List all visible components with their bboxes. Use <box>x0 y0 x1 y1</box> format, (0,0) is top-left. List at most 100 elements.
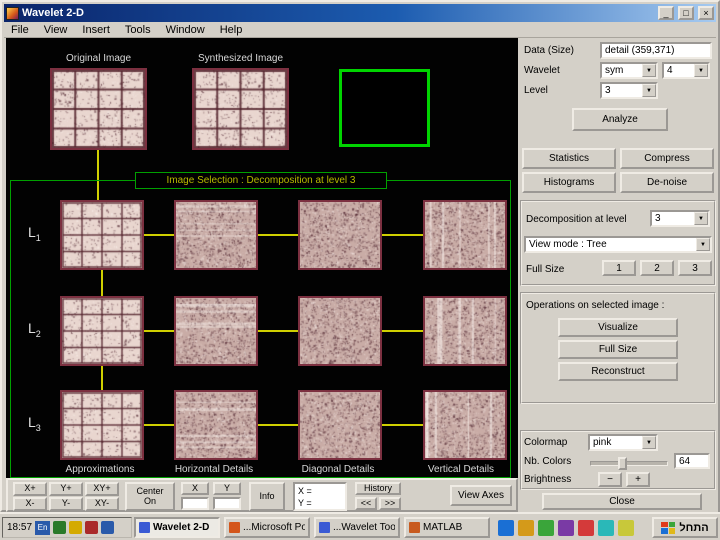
center-x-input[interactable] <box>181 497 209 510</box>
chevron-down-icon[interactable]: ▼ <box>696 238 710 251</box>
taskbar-task-wavelet-2d[interactable]: Wavelet 2-D <box>134 517 220 538</box>
quicklaunch-icon-2[interactable] <box>518 520 534 536</box>
quicklaunch-icon-7[interactable] <box>618 520 634 536</box>
full-size-option-1[interactable]: 1 <box>602 260 636 276</box>
quicklaunch-icon-5[interactable] <box>578 520 594 536</box>
title-bar[interactable]: Wavelet 2-D _ □ × <box>4 4 716 22</box>
quicklaunch-icon-6[interactable] <box>598 520 614 536</box>
info-button[interactable]: Info <box>249 482 285 511</box>
l3-horizontal-detail-canvas[interactable] <box>176 392 256 458</box>
thumb-l1-vertical-detail[interactable] <box>423 200 507 270</box>
zoom-x-minus-button[interactable]: X- <box>13 497 47 511</box>
close-button[interactable]: Close <box>542 493 702 510</box>
wavelet-order-select[interactable]: 4 ▼ <box>662 62 710 79</box>
brightness-increase-button[interactable]: + <box>626 472 650 487</box>
quicklaunch-icon-1[interactable] <box>498 520 514 536</box>
reconstruct-button[interactable]: Reconstruct <box>558 362 678 381</box>
thumb-l1-approximation[interactable] <box>60 200 144 270</box>
close-icon[interactable]: × <box>698 6 714 20</box>
history-forward-button[interactable]: >> <box>379 497 401 510</box>
thumb-synthesized-image[interactable] <box>192 68 289 150</box>
l2-vertical-detail-canvas[interactable] <box>425 298 505 364</box>
original-image-canvas[interactable] <box>52 70 145 148</box>
full-size-option-2[interactable]: 2 <box>640 260 674 276</box>
full-size-option-3[interactable]: 3 <box>678 260 712 276</box>
l3-vertical-detail-canvas[interactable] <box>425 392 505 458</box>
l3-diagonal-detail-canvas[interactable] <box>300 392 380 458</box>
zoom-x-plus-button[interactable]: X+ <box>13 482 47 496</box>
zoom-y-minus-button[interactable]: Y- <box>49 497 83 511</box>
thumb-l2-horizontal-detail[interactable] <box>174 296 258 366</box>
thumb-l1-diagonal-detail[interactable] <box>298 200 382 270</box>
menu-help[interactable]: Help <box>220 24 243 36</box>
thumb-l3-approximation[interactable] <box>60 390 144 460</box>
chevron-down-icon[interactable]: ▼ <box>642 64 656 77</box>
visualize-button[interactable]: Visualize <box>558 318 678 337</box>
thumb-original-image[interactable] <box>50 68 147 150</box>
thumb-l2-diagonal-detail[interactable] <box>298 296 382 366</box>
history-back-button[interactable]: << <box>355 497 377 510</box>
thumb-l2-approximation[interactable] <box>60 296 144 366</box>
l1-diagonal-detail-canvas[interactable] <box>300 202 380 268</box>
task-label: MATLAB <box>423 522 463 533</box>
menu-insert[interactable]: Insert <box>82 24 110 36</box>
thumb-l3-vertical-detail[interactable] <box>423 390 507 460</box>
chevron-down-icon[interactable]: ▼ <box>694 212 708 225</box>
l2-approximation-canvas[interactable] <box>62 298 142 364</box>
chevron-down-icon[interactable]: ▼ <box>642 84 656 97</box>
thumb-l3-diagonal-detail[interactable] <box>298 390 382 460</box>
nb-colors-input[interactable]: 64 <box>674 453 710 469</box>
compress-button[interactable]: Compress <box>620 148 714 169</box>
l2-diagonal-detail-canvas[interactable] <box>300 298 380 364</box>
l1-horizontal-detail-canvas[interactable] <box>176 202 256 268</box>
nb-colors-slider-thumb[interactable] <box>618 457 627 470</box>
view-mode-select[interactable]: View mode : Tree ▼ <box>524 236 712 253</box>
thumb-l3-horizontal-detail[interactable] <box>174 390 258 460</box>
taskbar-task-powerpoint[interactable]: ...Microsoft Po <box>224 517 310 538</box>
quicklaunch-icon-4[interactable] <box>558 520 574 536</box>
zoom-xy-minus-button[interactable]: XY- <box>85 497 119 511</box>
synthesized-image-canvas[interactable] <box>194 70 287 148</box>
taskbar-task-matlab[interactable]: MATLAB <box>404 517 490 538</box>
antivirus-tray-icon[interactable] <box>53 521 67 534</box>
full-size-button[interactable]: Full Size <box>558 340 678 359</box>
statistics-button[interactable]: Statistics <box>522 148 616 169</box>
l3-approximation-canvas[interactable] <box>62 392 142 458</box>
level-select[interactable]: 3 ▼ <box>600 82 658 99</box>
volume-tray-icon[interactable] <box>69 521 83 534</box>
histograms-button[interactable]: Histograms <box>522 172 616 193</box>
network-tray-icon[interactable] <box>101 521 115 534</box>
maximize-button[interactable]: □ <box>678 6 694 20</box>
chevron-down-icon[interactable]: ▼ <box>642 436 656 449</box>
l1-vertical-detail-canvas[interactable] <box>425 202 505 268</box>
zoom-y-plus-button[interactable]: Y+ <box>49 482 83 496</box>
thumb-l2-vertical-detail[interactable] <box>423 296 507 366</box>
chevron-down-icon[interactable]: ▼ <box>694 64 708 77</box>
decomposition-level-select[interactable]: 3 ▼ <box>650 210 710 227</box>
selected-image-box[interactable] <box>339 69 430 147</box>
thumb-l1-horizontal-detail[interactable] <box>174 200 258 270</box>
colormap-select[interactable]: pink ▼ <box>588 434 658 451</box>
history-button[interactable]: History <box>355 482 401 495</box>
wavelet-family-select[interactable]: sym ▼ <box>600 62 658 79</box>
minimize-button[interactable]: _ <box>658 6 674 20</box>
analyze-button[interactable]: Analyze <box>572 108 668 131</box>
view-axes-button[interactable]: View Axes <box>450 485 512 506</box>
l1-approximation-canvas[interactable] <box>62 202 142 268</box>
language-indicator[interactable]: En <box>35 520 51 535</box>
menu-view[interactable]: View <box>44 24 68 36</box>
denoise-button[interactable]: De-noise <box>620 172 714 193</box>
menu-tools[interactable]: Tools <box>125 24 151 36</box>
center-y-input[interactable] <box>213 497 241 510</box>
menu-file[interactable]: File <box>11 24 29 36</box>
display-tray-icon[interactable] <box>85 521 99 534</box>
menu-window[interactable]: Window <box>166 24 205 36</box>
quicklaunch-icon-3[interactable] <box>538 520 554 536</box>
taskbar-task-wavelet-toolbox[interactable]: ...Wavelet Too <box>314 517 400 538</box>
center-on-button[interactable]: Center On <box>125 482 175 511</box>
l2-horizontal-detail-canvas[interactable] <box>176 298 256 364</box>
zoom-xy-plus-button[interactable]: XY+ <box>85 482 119 496</box>
brightness-decrease-button[interactable]: − <box>598 472 622 487</box>
start-button[interactable]: התחל <box>652 517 718 538</box>
nb-colors-slider[interactable] <box>590 461 668 466</box>
